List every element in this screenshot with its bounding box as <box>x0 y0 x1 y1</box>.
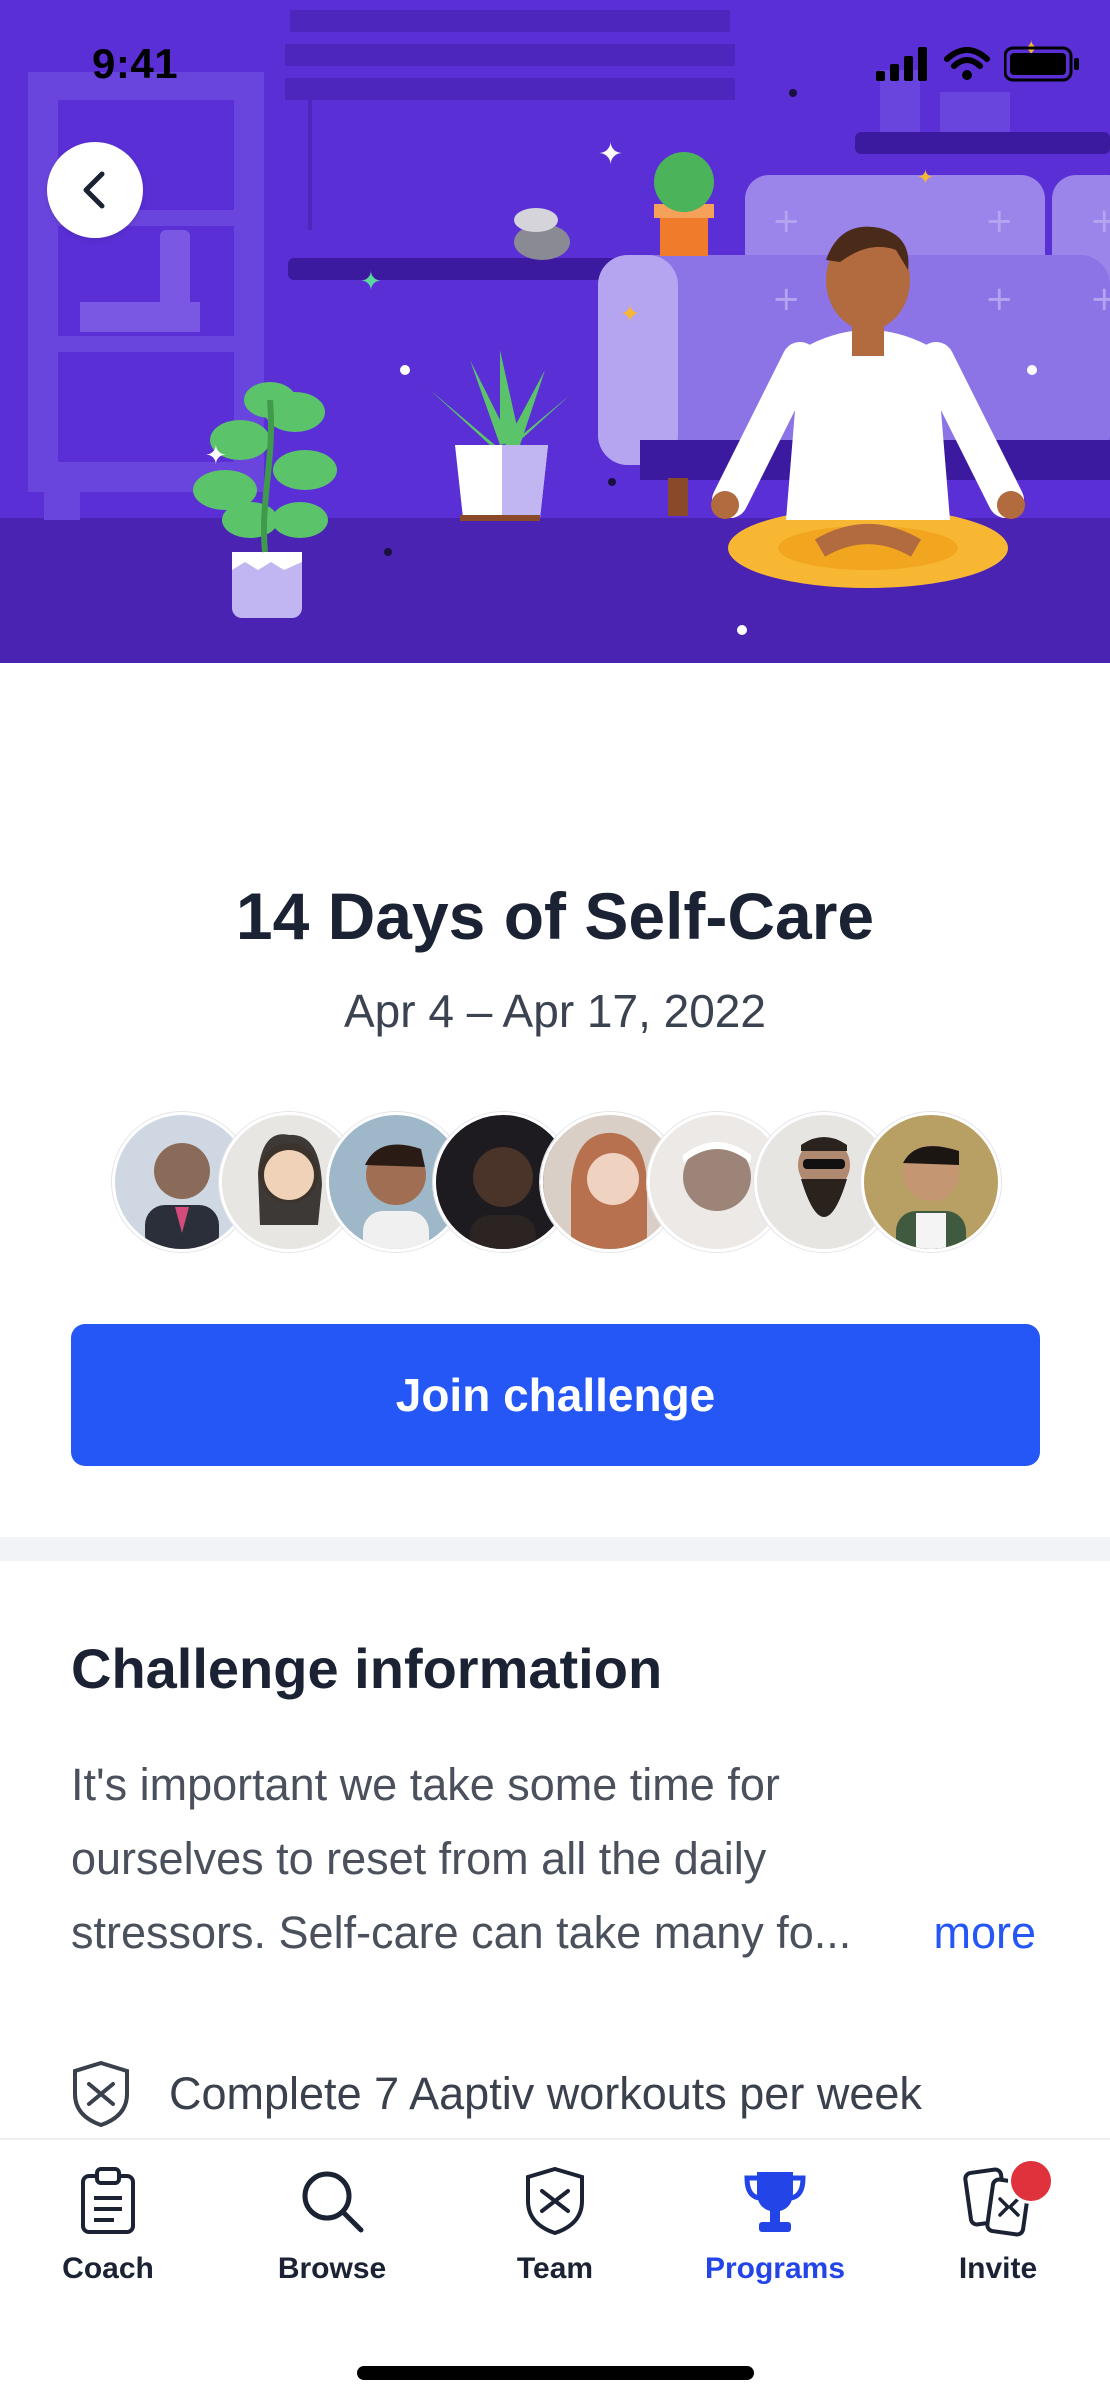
tab-coach[interactable]: Coach <box>18 2164 198 2286</box>
requirement-row: Complete 7 Aaptiv workouts per week <box>71 2060 922 2128</box>
trophy-icon <box>744 2172 806 2232</box>
section-divider <box>0 1537 1110 1561</box>
notification-badge <box>1008 2158 1054 2204</box>
tab-team[interactable]: Team <box>465 2164 645 2286</box>
back-button[interactable] <box>47 142 143 238</box>
home-indicator <box>357 2366 754 2380</box>
svg-text:+: + <box>772 279 801 319</box>
tab-browse[interactable]: Browse <box>242 2164 422 2286</box>
requirement-text: Complete 7 Aaptiv workouts per week <box>169 2068 922 2119</box>
shield-icon <box>73 2060 129 2128</box>
more-link[interactable]: more <box>933 1896 1036 1970</box>
svg-text:+: + <box>1090 201 1110 241</box>
svg-text:✦: ✦ <box>620 300 640 328</box>
tab-label: Coach <box>62 2252 154 2285</box>
tab-label: Invite <box>958 2252 1038 2285</box>
status-icons <box>876 46 1080 82</box>
svg-text:✦: ✦ <box>598 137 623 172</box>
svg-text:+: + <box>772 201 801 241</box>
challenge-description: It's important we take some time for our… <box>71 1748 1051 1970</box>
program-title: 14 Days of Self-Care <box>235 879 875 953</box>
hero-illustration: + + + + + + ✦ ✦ ✦ ✦ ✦ ✦ 9:41 <box>0 0 1110 663</box>
program-dates: Apr 4 – Apr 17, 2022 <box>344 985 766 1037</box>
challenge-info-heading: Challenge information <box>71 1637 663 1700</box>
description-line: ourselves to reset from all the daily <box>71 1833 767 1884</box>
cellular-signal-icon <box>876 47 927 81</box>
svg-text:✦: ✦ <box>205 441 227 471</box>
tab-invite[interactable]: Invite <box>908 2158 1088 2286</box>
battery-icon <box>1004 46 1079 82</box>
clipboard-icon <box>81 2167 135 2234</box>
tab-label: Browse <box>277 2252 387 2285</box>
participant-avatars[interactable] <box>112 1112 1002 1252</box>
svg-text:✦: ✦ <box>360 267 382 297</box>
svg-text:✦: ✦ <box>917 165 934 189</box>
svg-text:+: + <box>985 279 1014 319</box>
meditation-room-illustration: + + + + + + ✦ ✦ ✦ ✦ ✦ ✦ <box>0 0 1110 663</box>
search-icon <box>302 2171 364 2233</box>
join-challenge-button[interactable]: Join challenge <box>71 1324 1040 1466</box>
description-line: stressors. Self-care can take many fo... <box>71 1907 852 1958</box>
svg-text:+: + <box>985 201 1014 241</box>
tab-programs[interactable]: Programs <box>685 2164 865 2286</box>
tab-label: Programs <box>704 2252 846 2285</box>
wifi-icon <box>944 47 990 80</box>
tab-label: Team <box>516 2252 594 2285</box>
status-time: 9:41 <box>92 40 179 87</box>
chevron-left-icon <box>83 171 105 209</box>
avatar <box>861 1112 1001 1252</box>
svg-text:+: + <box>1090 279 1110 319</box>
description-line: It's important we take some time for <box>71 1759 780 1810</box>
shield-icon <box>526 2166 584 2236</box>
